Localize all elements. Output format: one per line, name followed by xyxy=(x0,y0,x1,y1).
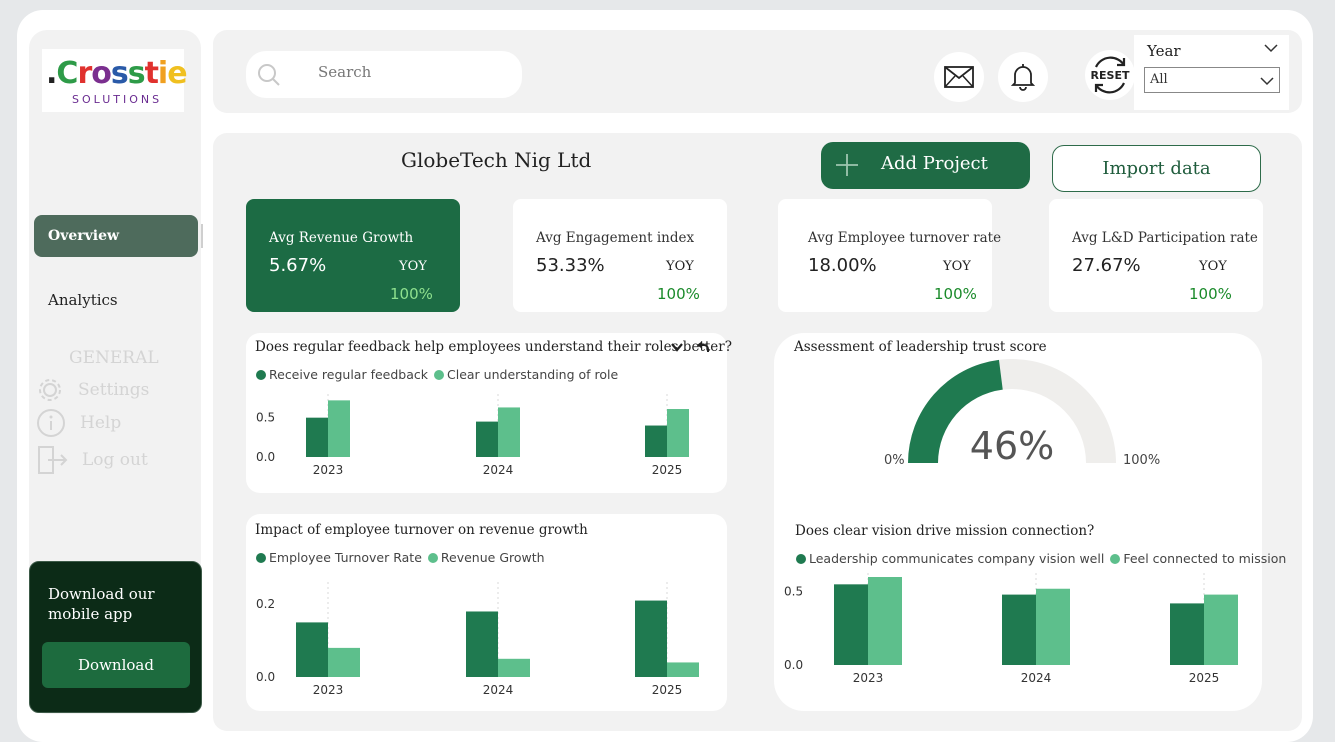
bar-2025-series-0[interactable] xyxy=(635,600,667,677)
kpi-yoy-label: YOY xyxy=(943,259,971,274)
chevron-down-icon[interactable] xyxy=(1264,43,1278,53)
x-tick-label: 2023 xyxy=(853,671,884,685)
year-select[interactable]: All xyxy=(1144,67,1280,93)
y-tick-label: 0.0 xyxy=(784,658,803,672)
kpi-value: 18.00% xyxy=(808,255,877,276)
kpi-yoy-label: YOY xyxy=(666,259,694,274)
year-label: Year xyxy=(1147,42,1181,60)
bar-2023-series-0[interactable] xyxy=(296,622,328,677)
vision-bar-chart: 0.0 0.5 2023 2024 2025 xyxy=(784,573,1238,685)
kpi-card-revenue-growth[interactable]: Avg Revenue Growth 5.67% YOY 100% xyxy=(246,199,460,312)
logo-subtitle: SOLUTIONS xyxy=(72,93,163,106)
x-tick-label: 2025 xyxy=(652,463,683,477)
bar-2023-series-1[interactable] xyxy=(868,577,902,665)
x-tick-label: 2025 xyxy=(1189,671,1220,685)
feedback-bar-chart: 0.0 0.5 2023 2024 2025 xyxy=(256,394,689,477)
y-tick-label: 0.0 xyxy=(256,450,275,464)
kpi-title: Avg Engagement index xyxy=(536,230,695,246)
company-logo: .Crosstie SOLUTIONS xyxy=(42,49,188,112)
kpi-change: 100% xyxy=(1189,285,1232,303)
logout-icon xyxy=(38,446,68,474)
bar-2024-series-0[interactable] xyxy=(466,611,498,677)
kpi-title: Avg Revenue Growth xyxy=(269,230,414,246)
kpi-card-engagement[interactable]: Avg Engagement index 53.33% YOY 100% xyxy=(513,199,727,312)
kpi-value: 5.67% xyxy=(269,255,327,276)
bar-2024-series-1[interactable] xyxy=(498,407,520,457)
mail-icon xyxy=(944,66,974,88)
kpi-yoy-label: YOY xyxy=(1199,259,1227,274)
x-tick-label: 2024 xyxy=(483,463,514,477)
bar-2024-series-1[interactable] xyxy=(498,658,530,677)
mobile-app-promo: Download our mobile app Download xyxy=(29,561,202,713)
x-tick-label: 2023 xyxy=(313,463,344,477)
y-tick-label: 0.5 xyxy=(256,411,275,425)
general-section-title: GENERAL xyxy=(69,348,159,368)
bar-2023-series-0[interactable] xyxy=(834,584,868,665)
kpi-value: 27.67% xyxy=(1072,255,1141,276)
add-project-button[interactable]: Add Project xyxy=(821,142,1030,189)
kpi-change: 100% xyxy=(934,285,977,303)
kpi-title: Avg L&D Participation rate xyxy=(1072,230,1258,246)
notifications-button[interactable] xyxy=(998,52,1048,102)
year-filter: Year All xyxy=(1134,35,1289,110)
x-tick-label: 2024 xyxy=(1021,671,1052,685)
kpi-change: 100% xyxy=(390,285,433,303)
kpi-card-turnover[interactable]: Avg Employee turnover rate 18.00% YOY 10… xyxy=(778,199,1001,312)
download-button[interactable]: Download xyxy=(42,642,190,688)
import-data-button[interactable]: Import data xyxy=(1052,145,1261,192)
kpi-change: 100% xyxy=(657,285,700,303)
logout-label: Log out xyxy=(82,450,148,470)
y-tick-label: 0.5 xyxy=(784,585,803,599)
gear-icon xyxy=(39,379,61,401)
mail-button[interactable] xyxy=(934,52,984,102)
bar-2024-series-1[interactable] xyxy=(1036,588,1070,665)
logo-brand: .Crosstie xyxy=(46,56,188,91)
kpi-yoy-label: YOY xyxy=(399,259,427,274)
turnover-bar-chart: 0.0 0.2 2023 2024 2025 xyxy=(256,582,699,697)
bar-2025-series-1[interactable] xyxy=(667,662,699,677)
active-indicator xyxy=(201,224,203,248)
kpi-value: 53.33% xyxy=(536,255,605,276)
bell-icon xyxy=(1011,64,1035,91)
x-tick-label: 2023 xyxy=(313,683,344,697)
y-tick-label: 0.0 xyxy=(256,670,275,684)
sidebar-item-help[interactable]: Help xyxy=(36,408,121,438)
feedback-chart-panel: Does regular feedback help employees und… xyxy=(246,333,732,493)
bar-2024-series-0[interactable] xyxy=(476,421,498,457)
sidebar-item-logout[interactable]: Log out xyxy=(36,444,148,476)
kpi-title: Avg Employee turnover rate xyxy=(808,230,1002,246)
search-icon xyxy=(258,64,280,86)
search-input[interactable] xyxy=(318,63,508,81)
help-label: Help xyxy=(80,413,122,433)
bar-2023-series-0[interactable] xyxy=(306,417,328,457)
bar-2025-series-1[interactable] xyxy=(1204,594,1238,665)
bar-2023-series-1[interactable] xyxy=(328,400,350,457)
search-box xyxy=(246,51,522,98)
bar-2025-series-0[interactable] xyxy=(1170,603,1204,665)
plus-icon xyxy=(836,154,858,176)
bar-2025-series-0[interactable] xyxy=(645,425,667,457)
year-select-value: All xyxy=(1150,72,1168,87)
info-icon xyxy=(37,409,65,437)
chevron-down-icon xyxy=(1260,77,1274,86)
reset-button[interactable]: RESET xyxy=(1085,50,1135,100)
sidebar-item-overview[interactable]: Overview xyxy=(34,215,198,257)
bar-2024-series-0[interactable] xyxy=(1002,594,1036,665)
sidebar-item-analytics[interactable]: Analytics xyxy=(48,291,118,309)
reset-icon: RESET xyxy=(1091,56,1130,94)
x-tick-label: 2024 xyxy=(483,683,514,697)
promo-text: Download our mobile app xyxy=(48,585,155,623)
sidebar-item-settings[interactable]: Settings xyxy=(36,376,149,404)
kpi-card-ld-participation[interactable]: Avg L&D Participation rate 27.67% YOY 10… xyxy=(1049,199,1263,312)
x-tick-label: 2025 xyxy=(652,683,683,697)
y-tick-label: 0.2 xyxy=(256,597,275,611)
settings-label: Settings xyxy=(78,380,150,400)
leadership-trust-panel: Assessment of leadership trust score 46%… xyxy=(774,333,1286,711)
reset-label: RESET xyxy=(1091,69,1130,82)
bar-2023-series-1[interactable] xyxy=(328,647,360,677)
add-project-label: Add Project xyxy=(881,153,988,174)
company-name: GlobeTech Nig Ltd xyxy=(401,148,592,172)
turnover-chart-panel: Impact of employee turnover on revenue g… xyxy=(246,514,727,711)
bar-2025-series-1[interactable] xyxy=(667,409,689,457)
